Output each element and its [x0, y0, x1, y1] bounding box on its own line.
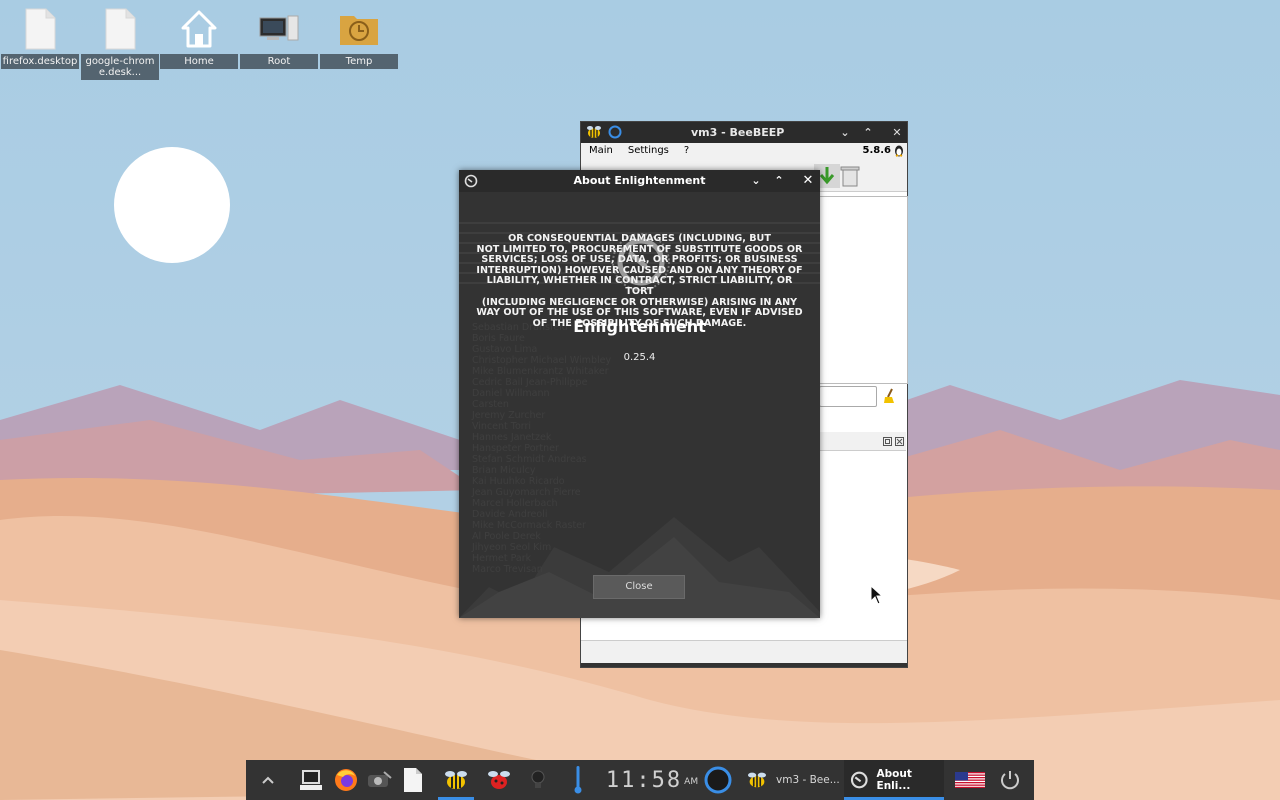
app-name: Enlightenment: [573, 317, 706, 336]
license-text: OR CONSEQUENTIAL DAMAGES (INCLUDING, BUT…: [471, 233, 808, 329]
chat-area[interactable]: [819, 196, 908, 384]
status-circle-icon: [704, 766, 732, 794]
desktop-icon-root[interactable]: Root: [240, 4, 318, 84]
firefox-icon: [335, 769, 357, 791]
task-label: vm3 - Bee...: [776, 774, 840, 786]
maximize-button[interactable]: ⌃: [770, 170, 788, 192]
message-input[interactable]: [819, 386, 877, 407]
launcher-beebeep[interactable]: [438, 760, 474, 800]
menu-help[interactable]: ?: [676, 145, 696, 156]
clock-digits: 11:58: [605, 767, 683, 793]
license-line: LIABILITY, WHETHER IN CONTRACT, STRICT L…: [486, 275, 793, 297]
menu-bar: Main Settings? 5.8.6: [581, 143, 907, 159]
app-version: 0.25.4: [623, 352, 656, 363]
file-icon: [81, 4, 159, 54]
taskbar: 11:58 AM vm3 - Bee... About Enli...: [246, 760, 1034, 800]
clock[interactable]: 11:58 AM: [604, 760, 700, 800]
enlightenment-icon: [850, 771, 868, 789]
float-icon[interactable]: [883, 436, 892, 449]
tray-status-circle[interactable]: [702, 760, 734, 800]
lightbulb-icon: [531, 770, 545, 788]
license-line: OR CONSEQUENTIAL DAMAGES (INCLUDING, BUT: [508, 233, 771, 244]
chevron-up-icon: [262, 776, 274, 784]
launcher-text-editor[interactable]: [400, 760, 426, 800]
maximize-button[interactable]: ⌃: [859, 122, 877, 143]
minimize-button[interactable]: ⌄: [836, 122, 854, 143]
close-dialog-button[interactable]: Close: [593, 575, 685, 599]
launcher-computer[interactable]: [298, 760, 324, 800]
keyboard-layout-indicator[interactable]: [954, 760, 986, 800]
tray-lightbulb[interactable]: [526, 760, 550, 800]
menu-main[interactable]: Main: [581, 145, 620, 156]
menu-settings[interactable]: Settings: [620, 145, 676, 156]
computer-icon: [240, 4, 318, 54]
bee-icon: [445, 771, 467, 789]
about-body: Sebastian Dransfeld Boris Faure Gustavo …: [459, 192, 820, 618]
task-label: About Enli...: [876, 768, 912, 792]
thermometer-icon: [574, 766, 582, 794]
minimize-button[interactable]: ⌄: [747, 170, 765, 192]
mouse-cursor-icon: [870, 585, 884, 605]
home-icon: [160, 4, 238, 54]
desktop-icon-google-chrome[interactable]: google-chrome.desk...: [81, 4, 159, 84]
panel-close-icon[interactable]: [895, 436, 904, 449]
desktop-icon-firefox[interactable]: firefox.desktop: [1, 4, 79, 84]
tray-thermometer[interactable]: [568, 760, 588, 800]
desktop-icon-home[interactable]: Home: [160, 4, 238, 84]
show-menu-button[interactable]: [258, 760, 278, 800]
desktop-icon-label: firefox.desktop: [1, 54, 79, 69]
panel-header: [819, 432, 906, 451]
desktop-icon-label: google-chrome.desk...: [81, 54, 159, 80]
us-flag-icon: [955, 772, 985, 788]
status-strip: [581, 663, 907, 667]
folder-clock-icon: [320, 4, 398, 54]
magnifier-icon: [368, 771, 392, 787]
document-icon: [404, 768, 422, 792]
beebeep-titlebar[interactable]: vm3 - BeeBEEP ⌄ ⌃ ✕: [581, 122, 907, 143]
close-button[interactable]: ✕: [799, 170, 817, 192]
trash-icon[interactable]: [839, 165, 861, 190]
about-titlebar[interactable]: About Enlightenment ⌄ ⌃ ✕: [459, 170, 820, 192]
window-title: vm3 - BeeBEEP: [691, 126, 785, 139]
power-button[interactable]: [996, 760, 1024, 800]
power-icon: [1001, 771, 1019, 790]
about-enlightenment-dialog[interactable]: About Enlightenment ⌄ ⌃ ✕ Sebastian Dran…: [459, 170, 820, 618]
desktop-icon-temp[interactable]: Temp: [320, 4, 398, 84]
ladybug-icon: [488, 771, 510, 789]
version-label: 5.8.6: [862, 145, 891, 156]
desktop-icon-label: Home: [160, 54, 238, 69]
desktop-icon-label: Temp: [320, 54, 398, 69]
computer-icon: [300, 770, 322, 790]
desktop-icon-label: Root: [240, 54, 318, 69]
launcher-bug-app[interactable]: [484, 760, 514, 800]
launcher-web-search[interactable]: [366, 760, 394, 800]
clear-brush-icon[interactable]: [882, 388, 898, 407]
bee-icon: [748, 772, 766, 788]
task-about-enlightenment[interactable]: About Enli...: [844, 760, 944, 800]
file-icon: [1, 4, 79, 54]
task-beebeep[interactable]: vm3 - Bee...: [746, 760, 846, 800]
clock-ampm: AM: [684, 777, 699, 787]
launcher-firefox[interactable]: [332, 760, 360, 800]
close-button[interactable]: ✕: [888, 122, 906, 143]
window-title: About Enlightenment: [573, 174, 706, 187]
